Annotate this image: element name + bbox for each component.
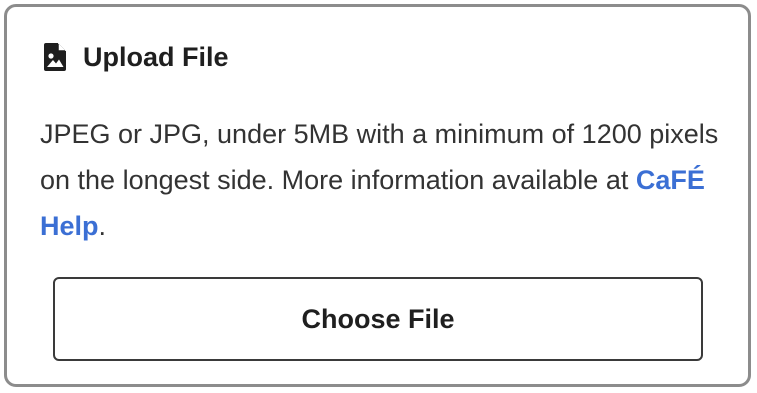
upload-header: Upload File bbox=[43, 41, 229, 73]
description-end: . bbox=[98, 211, 107, 241]
file-image-icon bbox=[43, 42, 67, 72]
upload-description: JPEG or JPG, under 5MB with a minimum of… bbox=[40, 111, 730, 249]
upload-file-card: Upload File JPEG or JPG, under 5MB with … bbox=[4, 4, 751, 387]
choose-file-button[interactable]: Choose File bbox=[53, 277, 703, 361]
upload-title: Upload File bbox=[83, 42, 229, 72]
description-text: JPEG or JPG, under 5MB with a minimum of… bbox=[40, 119, 719, 195]
